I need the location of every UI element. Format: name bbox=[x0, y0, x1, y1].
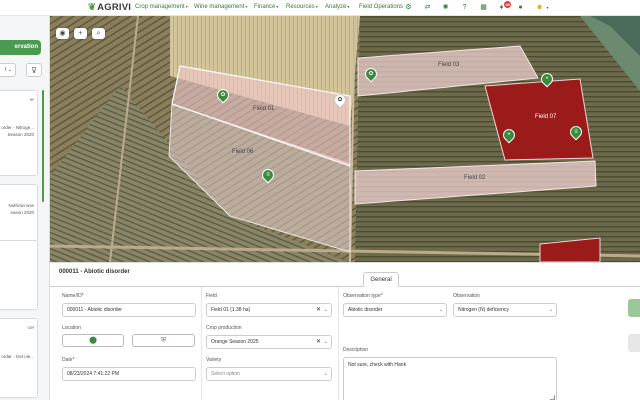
clear-icon[interactable]: ✕ bbox=[316, 304, 321, 316]
map-pin-icon: ⬤ bbox=[89, 337, 97, 344]
name-field[interactable]: 000011 - Abiotic disorder bbox=[62, 303, 196, 317]
location-icon: • bbox=[545, 76, 549, 82]
observation-card[interactable]: Nothracnose eason 2020 bbox=[0, 184, 38, 242]
transfer-icon[interactable]: ⇄ bbox=[423, 3, 432, 12]
caret-down-icon: ▾ bbox=[276, 4, 279, 9]
chevron-down-icon[interactable]: ⌄ bbox=[324, 368, 328, 380]
location-icon: • bbox=[507, 132, 511, 138]
filter-icon[interactable]: ⊽ bbox=[26, 63, 42, 77]
shield-icon: ⛨ bbox=[160, 337, 167, 344]
agrivi-logo[interactable]: ❦AGRIVI bbox=[88, 2, 131, 13]
observation-type-select[interactable]: Abiotic disorder ⌄ bbox=[343, 303, 447, 317]
clipboard-icon: ≡ bbox=[574, 129, 578, 135]
caret-down-icon: ▾ bbox=[245, 4, 248, 9]
sidebar-title-button[interactable]: ervation bbox=[0, 40, 41, 55]
nav-analyze[interactable]: Analyze▾ bbox=[325, 4, 349, 10]
chevron-down-icon[interactable]: ⌄ bbox=[439, 304, 443, 316]
nav-crop-management[interactable]: Crop management▾ bbox=[135, 4, 188, 10]
caret-down-icon[interactable]: ▾ bbox=[543, 3, 552, 12]
field-label: Field 07 bbox=[535, 114, 557, 120]
chat-icon[interactable]: ● bbox=[516, 3, 525, 12]
observation-type-label: Observation type* bbox=[343, 293, 383, 299]
weather-icon[interactable]: ✺ bbox=[441, 3, 450, 12]
calendar-icon[interactable]: ▦ bbox=[479, 3, 488, 12]
gear-icon[interactable]: ⚙ bbox=[404, 3, 413, 12]
eye-icon[interactable]: ◉ bbox=[56, 28, 69, 39]
location-shield-button[interactable]: ⛨ bbox=[132, 334, 195, 347]
nav-resources[interactable]: Resources▾ bbox=[286, 4, 318, 10]
chevron-down-icon[interactable]: ⌄ bbox=[324, 304, 328, 316]
leaf-icon: ✿ bbox=[368, 71, 374, 77]
observation-card[interactable]: er order - Nitroge... Season 2020 bbox=[0, 90, 38, 176]
sidebar: ervation l ⌄ ⊽ er order - Nitroge... Sea… bbox=[0, 16, 50, 400]
field-label: Field 03 bbox=[438, 62, 460, 68]
cancel-button[interactable] bbox=[628, 334, 640, 352]
description-label: Description bbox=[343, 347, 369, 353]
panel-title: 000011 - Abiotic disorder bbox=[59, 269, 130, 275]
sidebar-scrollbar[interactable] bbox=[42, 90, 44, 202]
clear-icon[interactable]: ✕ bbox=[316, 336, 321, 348]
leaf-icon: ❦ bbox=[88, 2, 97, 13]
description-textarea[interactable]: Not sure, check with Hank bbox=[343, 357, 557, 400]
observation-select[interactable]: Nitrogen (N) deficiency ⌄ bbox=[453, 303, 557, 317]
top-bar: ❦AGRIVI Crop management▾ Wine management… bbox=[0, 0, 640, 16]
column-divider bbox=[338, 287, 339, 400]
location-label: Location bbox=[62, 325, 81, 331]
caret-down-icon: ▾ bbox=[315, 4, 318, 9]
field-label: Field 02 bbox=[464, 175, 486, 181]
zoom-icon[interactable]: ⌕ bbox=[92, 28, 105, 39]
save-button[interactable] bbox=[628, 299, 640, 317]
resize-handle[interactable] bbox=[550, 395, 555, 400]
leaf-icon: ✿ bbox=[220, 92, 226, 98]
map-canvas[interactable] bbox=[50, 16, 640, 262]
clipboard-icon: ≡ bbox=[266, 172, 270, 178]
observation-detail-panel: 000011 - Abiotic disorder General Name/I… bbox=[50, 262, 640, 400]
nav-finance[interactable]: Finance▾ bbox=[254, 4, 278, 10]
name-label: Name/ID* bbox=[62, 293, 84, 299]
field-label: Field 01 bbox=[253, 106, 275, 112]
chevron-down-icon[interactable]: ⌄ bbox=[324, 336, 328, 348]
caret-down-icon: ▾ bbox=[347, 4, 350, 9]
field-label: Field 06 bbox=[232, 149, 254, 155]
observation-card[interactable] bbox=[0, 240, 38, 310]
nav-field-operations[interactable]: Field Operations bbox=[359, 4, 403, 10]
sidebar-select[interactable]: l ⌄ bbox=[0, 63, 16, 77]
date-label: Date* bbox=[62, 357, 75, 363]
column-divider bbox=[201, 287, 202, 400]
help-icon[interactable]: ? bbox=[460, 3, 469, 12]
crop-production-label: Crop production bbox=[206, 325, 242, 331]
location-pin-button[interactable]: ⬤ bbox=[62, 334, 124, 347]
field-label: Field bbox=[206, 293, 217, 299]
observation-label: Observation bbox=[453, 293, 480, 299]
nav-wine-management[interactable]: Wine management▾ bbox=[194, 4, 247, 10]
chevron-down-icon: ⌄ bbox=[7, 67, 12, 73]
tab-general[interactable]: General bbox=[363, 272, 399, 287]
chevron-down-icon[interactable]: ⌄ bbox=[549, 304, 553, 316]
satellite-map[interactable]: ◉ + ⌕ Field 01 Field 06 Field 03 Field 0… bbox=[50, 16, 640, 262]
variety-select[interactable]: Select option ⌄ bbox=[206, 367, 332, 381]
field-select[interactable]: Field 01 (1.38 ha) ✕ ⌄ bbox=[206, 303, 332, 317]
observation-card[interactable]: ce! ordar - Get nie... bbox=[0, 318, 38, 398]
crop-production-select[interactable]: Orange Season 2025 ✕ ⌄ bbox=[206, 335, 332, 349]
notifications-badge: 48 bbox=[504, 1, 511, 8]
panel-body: Name/ID* 000011 - Abiotic disorder Locat… bbox=[50, 286, 640, 400]
leaf-icon: ✿ bbox=[337, 97, 343, 103]
date-field[interactable]: 08/23/2024 7:41:22 PM bbox=[62, 367, 196, 381]
caret-down-icon: ▾ bbox=[185, 4, 188, 9]
plus-icon[interactable]: + bbox=[74, 28, 87, 39]
variety-label: Variety bbox=[206, 357, 222, 363]
